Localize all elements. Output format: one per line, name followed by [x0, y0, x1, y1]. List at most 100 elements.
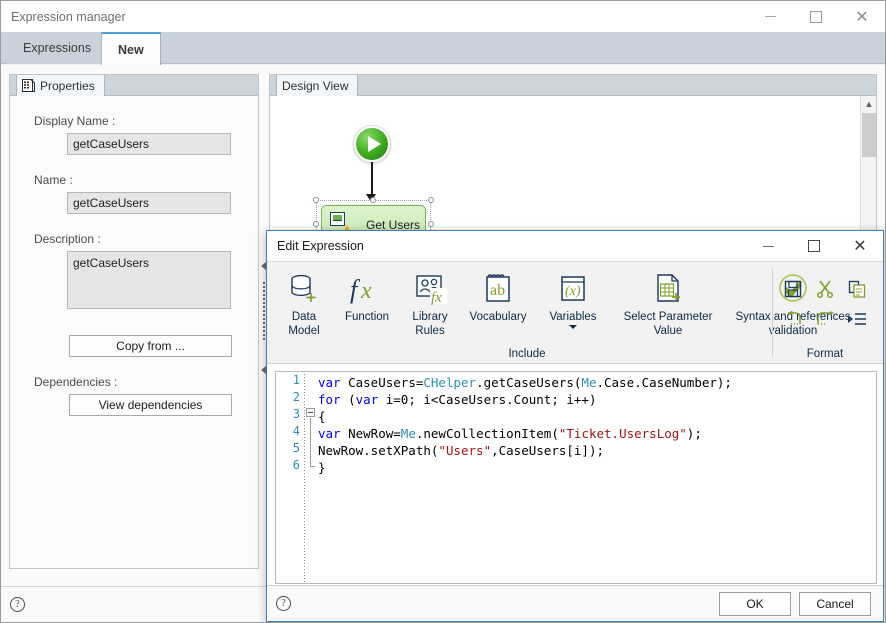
editor-line-number: 6 [292, 458, 300, 472]
scroll-up-icon[interactable]: ▲ [861, 96, 876, 112]
resize-handle[interactable] [370, 197, 376, 203]
tab-design-view[interactable]: Design View [276, 75, 359, 96]
copy-button[interactable] [844, 277, 870, 301]
resize-handle[interactable] [313, 197, 319, 203]
indent-button[interactable] [844, 307, 870, 331]
code-token: CHelper [423, 375, 477, 390]
editor-gutter: 1 2 3 4 5 6 [276, 372, 304, 583]
code-token: NewRow.setXPath( [318, 443, 439, 458]
view-dependencies-button[interactable]: View dependencies [69, 394, 232, 416]
editor-line-number: 1 [292, 373, 300, 387]
code-fold-toggle[interactable] [306, 408, 315, 417]
code-token: .getCaseUsers( [476, 375, 582, 390]
resize-handle[interactable] [428, 197, 434, 203]
description-textarea[interactable]: getCaseUsers [67, 251, 231, 309]
dialog-title: Edit Expression [277, 239, 364, 253]
save-icon [784, 280, 802, 298]
ok-button[interactable]: OK [719, 591, 791, 616]
chevron-down-icon[interactable] [569, 325, 577, 329]
select-parameter-icon [651, 270, 685, 306]
ribbon-group-label-format: Format [806, 348, 844, 360]
tab-new[interactable]: New [101, 32, 161, 65]
code-token: } [318, 460, 326, 475]
ribbon-divider [772, 268, 773, 357]
undo-button[interactable] [780, 307, 806, 331]
redo-button[interactable] [812, 307, 838, 331]
svg-text:(x): (x) [565, 284, 581, 299]
editor-code-content[interactable]: var CaseUsers=CHelper.getCaseUsers(Me.Ca… [318, 374, 872, 476]
resize-handle[interactable] [428, 221, 434, 227]
ribbon-vocabulary-label: Vocabulary [469, 311, 527, 323]
vocabulary-icon: ab [481, 270, 515, 306]
resize-handle[interactable] [313, 221, 319, 227]
close-icon: ✕ [855, 6, 869, 26]
minimize-button[interactable] [747, 1, 793, 32]
tab-expressions[interactable]: Expressions [7, 32, 108, 64]
start-node[interactable] [354, 126, 390, 162]
ribbon-group-label-include: Include [508, 348, 546, 360]
redo-icon [817, 311, 834, 325]
ribbon-variables-label: Variables [549, 311, 597, 323]
properties-tabrow: Properties [10, 75, 258, 96]
name-input[interactable]: getCaseUsers [67, 192, 231, 214]
editor-code-line: { [318, 408, 872, 425]
database-add-icon [287, 270, 321, 306]
window-title: Expression manager [11, 9, 126, 24]
display-name-input[interactable]: getCaseUsers [67, 133, 231, 155]
maximize-button[interactable] [793, 1, 839, 32]
copy-from-button[interactable]: Copy from ... [69, 335, 232, 357]
close-icon: ✕ [853, 236, 867, 255]
tab-properties[interactable]: Properties [16, 75, 105, 96]
ribbon-data-model-label: Data Model [288, 311, 320, 337]
code-fold-bar [310, 418, 311, 466]
connector-line [371, 162, 373, 196]
cut-button[interactable] [812, 277, 838, 301]
properties-icon [22, 79, 35, 92]
library-rules-icon: fx [413, 270, 447, 306]
dialog-ribbon: Data Model f x Function fx Library Rules… [267, 261, 883, 364]
close-button[interactable]: ✕ [839, 1, 885, 32]
editor-code-line: var CaseUsers=CHelper.getCaseUsers(Me.Ca… [318, 374, 872, 391]
fx-icon: f x [348, 270, 386, 306]
editor-line-number: 5 [292, 441, 300, 455]
properties-panel: Properties Display Name : getCaseUsers N… [9, 74, 259, 569]
code-token: Me [400, 426, 416, 441]
ribbon-library-rules-label: Library Rules [412, 311, 448, 337]
svg-text:f: f [350, 275, 361, 304]
name-label: Name : [34, 173, 73, 187]
maximize-icon [810, 10, 822, 23]
code-token: .newCollectionItem( [415, 426, 559, 441]
editor-code-line: for (var i=0; i<CaseUsers.Count; i++) [318, 391, 872, 408]
play-triangle-icon [367, 136, 381, 152]
dialog-close-button[interactable]: ✕ [837, 231, 883, 261]
expression-code-editor[interactable]: 1 2 3 4 5 6 var CaseUsers=CHelper.getCaseUser… [275, 371, 877, 584]
code-token: CaseUsers= [348, 375, 424, 390]
code-token: ); [686, 426, 702, 441]
svg-text:x: x [360, 278, 372, 304]
dialog-minimize-button[interactable] [745, 231, 791, 261]
splitter-grip [263, 281, 265, 342]
window-controls: ✕ [747, 1, 885, 32]
scrollbar-thumb[interactable] [862, 113, 876, 157]
dialog-window-controls: ✕ [745, 231, 883, 261]
dialog-footer: ? OK Cancel [267, 585, 883, 621]
save-button[interactable] [780, 277, 806, 301]
code-token: { [318, 409, 326, 424]
cut-icon [816, 280, 834, 298]
cancel-button[interactable]: Cancel [799, 591, 871, 616]
undo-icon [788, 311, 801, 325]
expression-manager-window: Expression manager ✕ Expressions New Pro… [0, 0, 886, 623]
tab-new-label: New [118, 42, 144, 57]
code-token: i=0; i<CaseUsers.Count; i++) [385, 392, 597, 407]
editor-line-number: 3 [292, 407, 300, 421]
dialog-help-icon[interactable]: ? [276, 596, 291, 611]
maximize-icon [808, 240, 820, 252]
editor-code-line: var NewRow=Me.newCollectionItem("Ticket.… [318, 425, 872, 442]
svg-text:ab: ab [490, 282, 505, 299]
ribbon-format-group [777, 274, 873, 334]
help-icon[interactable]: ? [10, 597, 25, 612]
ribbon-function-label: Function [344, 311, 390, 323]
dialog-maximize-button[interactable] [791, 231, 837, 261]
code-token: Me [581, 375, 597, 390]
description-label: Description : [34, 232, 101, 246]
